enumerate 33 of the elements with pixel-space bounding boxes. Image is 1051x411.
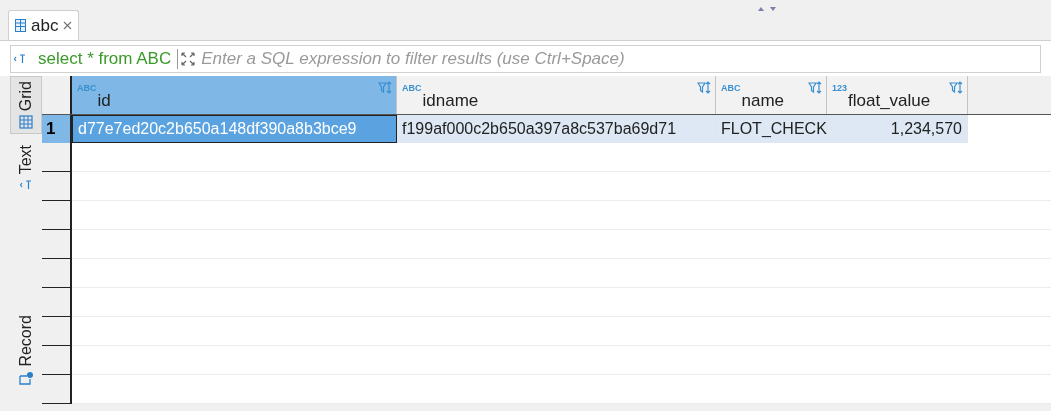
text-format-icon bbox=[20, 178, 32, 191]
row-header[interactable] bbox=[42, 230, 72, 259]
close-icon[interactable] bbox=[63, 21, 73, 30]
table-icon bbox=[15, 19, 26, 32]
collapse-expand-icon[interactable] bbox=[756, 5, 778, 13]
expand-icon[interactable] bbox=[181, 52, 196, 66]
filter-field[interactable]: select * from ABC Enter a SQL expression to filter results (use Ctrl+Space) bbox=[10, 45, 1041, 73]
table-cell: 1,234,570 bbox=[827, 115, 968, 143]
filter-sort-icon[interactable] bbox=[808, 81, 822, 95]
row-header[interactable] bbox=[42, 201, 72, 230]
filter-sort-icon[interactable] bbox=[949, 81, 963, 95]
row-header[interactable] bbox=[42, 143, 72, 172]
table-cell: d77e7ed20c2b650a148df390a8b3bce9 bbox=[72, 115, 397, 143]
view-tab[interactable]: Grid bbox=[10, 76, 42, 135]
table-cell: f199af000c2b650a397a8c537ba69d71 bbox=[397, 115, 716, 143]
row-header[interactable] bbox=[42, 288, 72, 317]
text-format-icon bbox=[14, 53, 26, 65]
record-icon bbox=[18, 371, 34, 385]
row-header[interactable] bbox=[42, 375, 72, 404]
view-tab[interactable]: Record bbox=[10, 310, 42, 390]
view-tab[interactable]: Text bbox=[10, 140, 42, 196]
tab-label: abc bbox=[31, 14, 59, 37]
editor-tab[interactable]: abc bbox=[8, 10, 80, 40]
row-header[interactable] bbox=[42, 172, 72, 201]
grid-icon bbox=[19, 115, 33, 130]
column-header[interactable]: ABC id bbox=[72, 76, 397, 114]
row-header[interactable] bbox=[42, 346, 72, 375]
row-header[interactable] bbox=[42, 317, 72, 346]
table-cell: FLOT_CHECK bbox=[716, 115, 827, 143]
row-number[interactable]: 1 bbox=[42, 115, 72, 143]
sql-query[interactable]: select * from ABC bbox=[38, 46, 172, 72]
row-header[interactable] bbox=[42, 259, 72, 288]
filter-sort-icon[interactable] bbox=[697, 81, 711, 95]
